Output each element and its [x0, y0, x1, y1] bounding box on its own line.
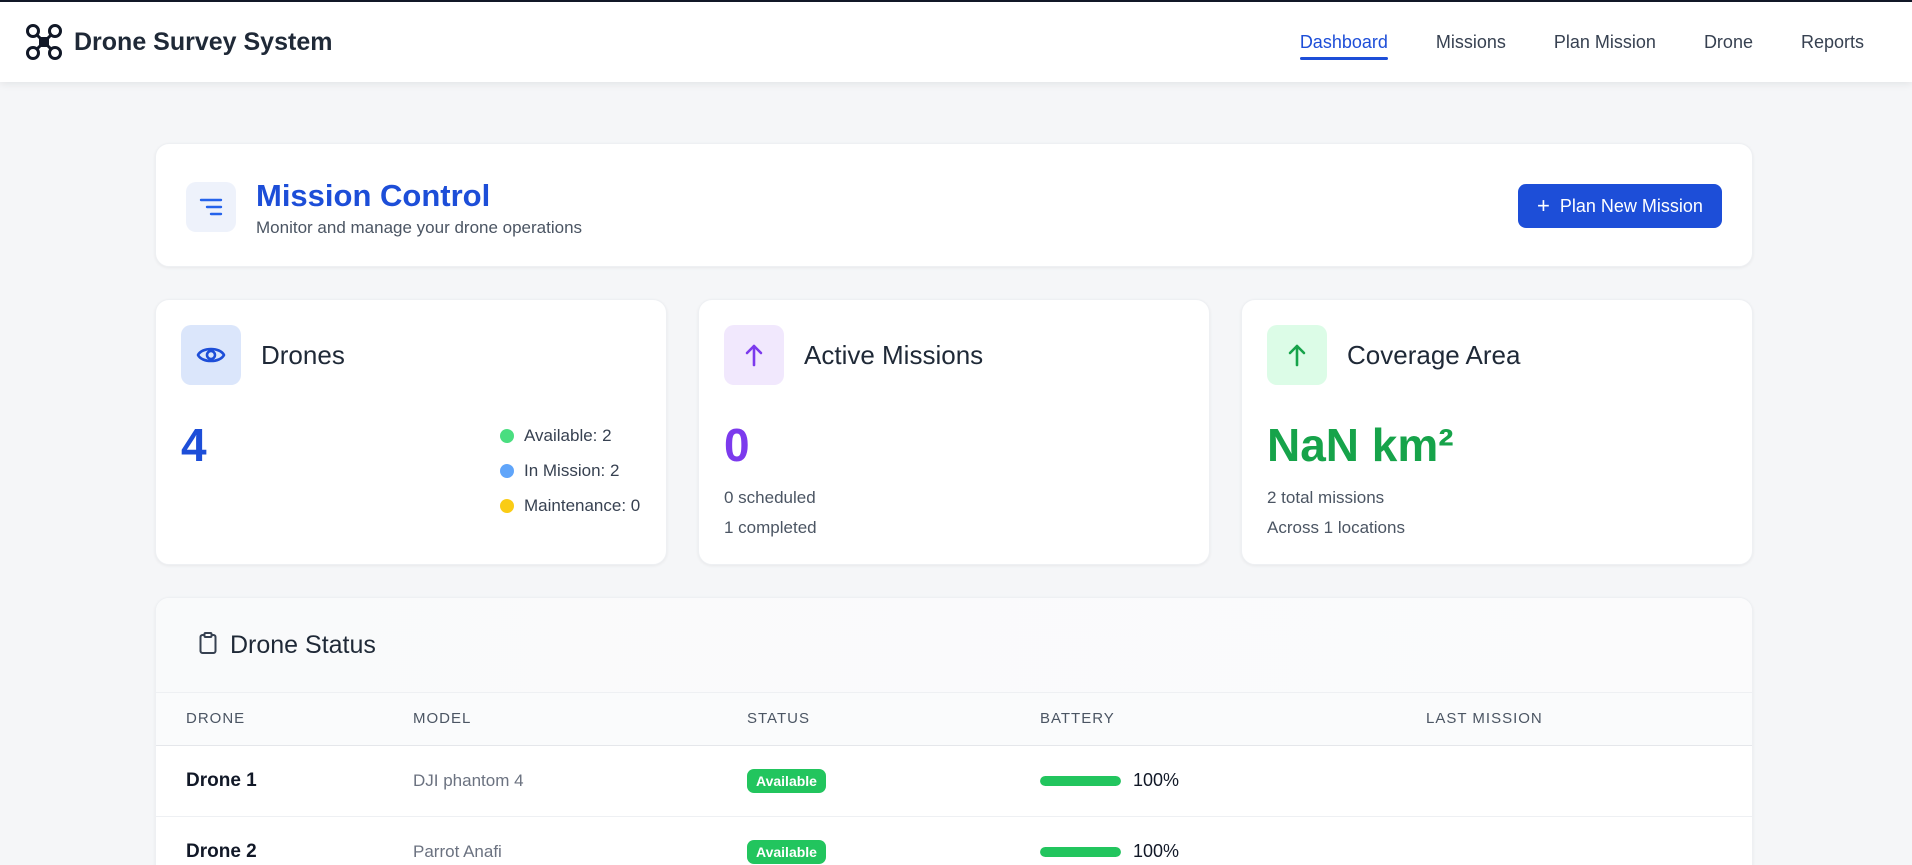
drones-count: 4 [181, 419, 207, 471]
battery-percent: 100% [1133, 770, 1180, 790]
drone-model: DJI phantom 4 [413, 771, 524, 790]
status-badge: Available [747, 768, 826, 793]
battery-indicator: 100% [1040, 770, 1426, 791]
legend-in-mission-label: In Mission: 2 [524, 460, 620, 480]
status-badge: Available [747, 839, 826, 864]
battery-indicator: 100% [1040, 841, 1426, 862]
mission-control-header: Mission Control Monitor and manage your … [155, 143, 1753, 267]
brand[interactable]: Drone Survey System [24, 22, 332, 62]
col-header-model[interactable]: MODEL [413, 693, 747, 746]
nav-missions[interactable]: Missions [1412, 2, 1530, 82]
table-row[interactable]: Drone 1 DJI phantom 4 Available 100% [156, 745, 1752, 817]
battery-percent: 100% [1133, 841, 1180, 861]
coverage-area-value: NaN km² [1267, 419, 1454, 471]
legend-available-label: Available: 2 [524, 425, 612, 445]
plan-new-mission-button[interactable]: + Plan New Mission [1518, 184, 1722, 228]
battery-bar-fill [1040, 775, 1121, 786]
battery-bar [1040, 846, 1121, 857]
arrow-up-icon [724, 325, 784, 385]
col-header-last-mission[interactable]: LAST MISSION [1426, 693, 1752, 746]
maintenance-dot [500, 498, 514, 513]
drone-status-title: Drone Status [230, 630, 376, 659]
legend-in-mission: In Mission: 2 [500, 453, 640, 488]
in-mission-dot [500, 463, 514, 478]
drone-name: Drone 2 [186, 840, 257, 862]
top-navbar: Drone Survey System Dashboard Missions P… [0, 0, 1912, 82]
arrow-up-icon [1267, 325, 1327, 385]
page-title: Mission Control [256, 178, 491, 213]
nav-drone[interactable]: Drone [1680, 2, 1777, 82]
table-row[interactable]: Drone 2 Parrot Anafi Available 100% [156, 816, 1752, 865]
eye-icon [181, 325, 241, 385]
battery-bar [1040, 775, 1121, 786]
drone-status-card: Drone Status DRONE MODEL STATUS BATTERY … [155, 597, 1753, 865]
battery-bar-fill [1040, 846, 1121, 857]
coverage-area-title: Coverage Area [1347, 340, 1521, 370]
available-dot [500, 428, 514, 443]
col-header-status[interactable]: STATUS [747, 693, 1040, 746]
nav-plan-mission[interactable]: Plan Mission [1530, 2, 1680, 82]
coverage-area-stat-card: Coverage Area NaN km² 2 total missions A… [1241, 299, 1753, 565]
drone-status-header: Drone Status [156, 598, 1752, 693]
plan-new-mission-label: Plan New Mission [1559, 195, 1703, 216]
legend-maintenance: Maintenance: 0 [500, 488, 640, 523]
page-subtitle: Monitor and manage your drone operations [256, 218, 583, 237]
active-missions-count: 0 [724, 419, 750, 471]
plus-icon: + [1537, 193, 1550, 218]
legend-available: Available: 2 [500, 418, 640, 453]
drone-name: Drone 1 [186, 769, 257, 791]
clipboard-icon [198, 631, 218, 660]
menu-lines-icon [186, 182, 236, 232]
drones-stat-card: Drones 4 Available: 2 In Mission: 2 Main… [155, 299, 667, 565]
legend-maintenance-label: Maintenance: 0 [524, 495, 641, 515]
locations-count: Across 1 locations [1267, 518, 1405, 537]
drone-status-table: DRONE MODEL STATUS BATTERY LAST MISSION … [156, 693, 1752, 865]
drones-stat-title: Drones [261, 340, 345, 370]
active-missions-stat-card: Active Missions 0 0 scheduled 1 complete… [698, 299, 1210, 565]
table-header-row: DRONE MODEL STATUS BATTERY LAST MISSION [156, 693, 1752, 746]
drone-model: Parrot Anafi [413, 842, 502, 861]
col-header-drone[interactable]: DRONE [156, 693, 413, 746]
nav-links: Dashboard Missions Plan Mission Drone Re… [1276, 2, 1888, 82]
drone-status-legend: Available: 2 In Mission: 2 Maintenance: … [500, 418, 640, 523]
completed-count: 1 completed [724, 518, 817, 537]
nav-dashboard[interactable]: Dashboard [1276, 2, 1412, 82]
col-header-battery[interactable]: BATTERY [1040, 693, 1426, 746]
drone-icon [24, 22, 64, 62]
scheduled-count: 0 scheduled [724, 488, 816, 507]
brand-title: Drone Survey System [74, 27, 333, 56]
active-missions-title: Active Missions [804, 340, 984, 370]
total-missions: 2 total missions [1267, 488, 1385, 507]
nav-reports[interactable]: Reports [1777, 2, 1888, 82]
